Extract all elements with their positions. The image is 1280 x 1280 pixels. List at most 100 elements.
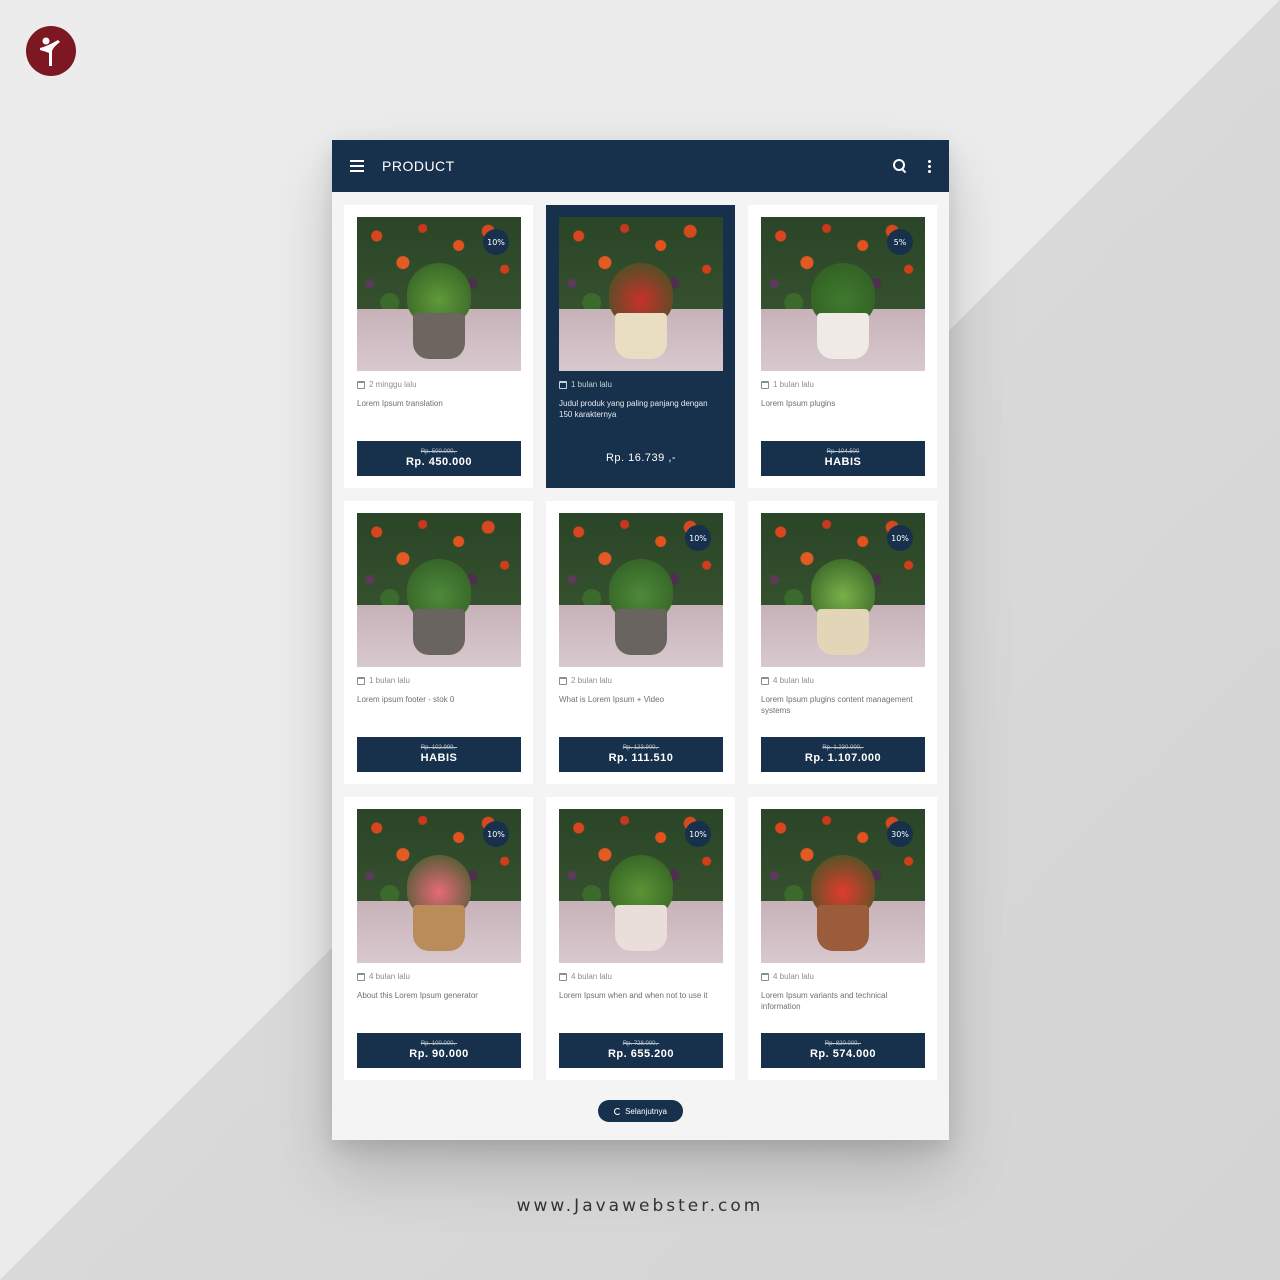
product-card[interactable]: 30% 4 bulan lalu Lorem Ipsum variants an… <box>748 797 937 1080</box>
app-window: PRODUCT 10% 2 minggu lalu Lorem Ipsum tr… <box>332 140 949 1140</box>
discount-badge: 30% <box>887 821 913 847</box>
product-card[interactable]: 1 bulan lalu Lorem ipsum footer - stok 0… <box>344 501 533 784</box>
plant-pot <box>413 905 465 951</box>
product-image[interactable]: 10% <box>357 217 521 371</box>
price-button[interactable]: Rp. 728.000,- Rp. 655.200 <box>559 1033 723 1068</box>
current-price: Rp. 111.510 <box>608 751 674 764</box>
discount-badge: 10% <box>685 821 711 847</box>
brand-logo <box>26 26 76 76</box>
discount-badge: 10% <box>685 525 711 551</box>
product-name[interactable]: Lorem Ipsum plugins content management s… <box>761 694 925 718</box>
refresh-icon <box>614 1107 622 1115</box>
old-price: Rp. 728.000,- <box>622 1040 660 1047</box>
old-price: Rp. 500.000,- <box>420 448 458 455</box>
product-name[interactable]: Lorem Ipsum translation <box>357 398 521 422</box>
load-more-label: Selanjutnya <box>625 1106 667 1116</box>
current-price: HABIS <box>824 455 862 468</box>
product-name[interactable]: Judul produk yang paling panjang dengan … <box>559 398 723 422</box>
product-name[interactable]: Lorem Ipsum plugins <box>761 398 925 422</box>
product-image[interactable] <box>357 513 521 667</box>
post-date-label: 4 bulan lalu <box>369 972 410 981</box>
price-button[interactable]: Rp. 820.000,- Rp. 574.000 <box>761 1033 925 1068</box>
website-url: www.Javawebster.com <box>516 1196 764 1216</box>
post-date-label: 4 bulan lalu <box>773 972 814 981</box>
old-price: Rp. 104.500 <box>826 448 860 455</box>
price-button[interactable]: Rp. 104.500 HABIS <box>761 441 925 476</box>
discount-badge: 10% <box>483 821 509 847</box>
product-name[interactable]: What is Lorem Ipsum + Video <box>559 694 723 718</box>
product-card[interactable]: 5% 1 bulan lalu Lorem Ipsum plugins Rp. … <box>748 205 937 488</box>
product-card[interactable]: 10% 2 bulan lalu What is Lorem Ipsum + V… <box>546 501 735 784</box>
product-name[interactable]: About this Lorem Ipsum generator <box>357 990 521 1014</box>
product-card[interactable]: 1 bulan lalu Judul produk yang paling pa… <box>546 205 735 488</box>
page-title: PRODUCT <box>382 158 455 174</box>
old-price: Rp. 100.000,- <box>420 1040 458 1047</box>
old-price: Rp. 102.999,- <box>420 744 458 751</box>
post-date-label: 2 minggu lalu <box>369 380 417 389</box>
post-date-label: 4 bulan lalu <box>773 676 814 685</box>
post-date: 1 bulan lalu <box>761 380 925 389</box>
current-price: Rp. 1.107.000 <box>804 751 882 764</box>
product-image[interactable]: 30% <box>761 809 925 963</box>
post-date: 1 bulan lalu <box>357 676 521 685</box>
current-price: Rp. 655.200 <box>607 1047 675 1060</box>
plant-pot <box>615 609 667 655</box>
plant-pot <box>413 609 465 655</box>
product-card[interactable]: 10% 4 bulan lalu About this Lorem Ipsum … <box>344 797 533 1080</box>
price-button[interactable]: Rp. 1.230.000,- Rp. 1.107.000 <box>761 737 925 772</box>
post-date: 2 minggu lalu <box>357 380 521 389</box>
product-name[interactable]: Lorem Ipsum when and when not to use it <box>559 990 723 1014</box>
product-card[interactable]: 10% 4 bulan lalu Lorem Ipsum plugins con… <box>748 501 937 784</box>
discount-badge: 10% <box>483 229 509 255</box>
calendar-icon <box>559 972 567 981</box>
product-card[interactable]: 10% 4 bulan lalu Lorem Ipsum when and wh… <box>546 797 735 1080</box>
product-image[interactable]: 5% <box>761 217 925 371</box>
post-date: 4 bulan lalu <box>559 972 723 981</box>
dancer-icon <box>40 37 60 66</box>
post-date-label: 2 bulan lalu <box>571 676 612 685</box>
plant-pot <box>817 609 869 655</box>
product-card[interactable]: 10% 2 minggu lalu Lorem Ipsum translatio… <box>344 205 533 488</box>
current-price: Rp. 16.739 ,- <box>605 452 677 464</box>
calendar-icon <box>761 972 769 981</box>
more-options-icon[interactable] <box>928 159 931 173</box>
product-name[interactable]: Lorem Ipsum variants and technical infor… <box>761 990 925 1014</box>
old-price: Rp. 1.230.000,- <box>822 744 864 751</box>
plant-pot <box>615 313 667 359</box>
plant-pot <box>817 905 869 951</box>
price-button[interactable]: Rp. 16.739 ,- <box>559 441 723 476</box>
search-icon[interactable] <box>892 158 908 174</box>
product-image[interactable]: 10% <box>761 513 925 667</box>
post-date-label: 4 bulan lalu <box>571 972 612 981</box>
product-image[interactable]: 10% <box>559 513 723 667</box>
current-price: HABIS <box>420 751 458 764</box>
product-image[interactable] <box>559 217 723 371</box>
discount-badge: 10% <box>887 525 913 551</box>
price-button[interactable]: Rp. 100.000,- Rp. 90.000 <box>357 1033 521 1068</box>
post-date: 4 bulan lalu <box>761 972 925 981</box>
price-button[interactable]: Rp. 500.000,- Rp. 450.000 <box>357 441 521 476</box>
product-image[interactable]: 10% <box>357 809 521 963</box>
product-grid: 10% 2 minggu lalu Lorem Ipsum translatio… <box>332 192 949 1080</box>
calendar-icon <box>559 380 567 389</box>
app-bar: PRODUCT <box>332 140 949 192</box>
calendar-icon <box>357 676 365 685</box>
plant-pot <box>413 313 465 359</box>
plant-pot <box>615 905 667 951</box>
discount-badge: 5% <box>887 229 913 255</box>
price-button[interactable]: Rp. 123.900,- Rp. 111.510 <box>559 737 723 772</box>
current-price: Rp. 450.000 <box>405 455 473 468</box>
price-button[interactable]: Rp. 102.999,- HABIS <box>357 737 521 772</box>
pagination: Selanjutnya <box>332 1100 949 1122</box>
product-name[interactable]: Lorem ipsum footer - stok 0 <box>357 694 521 718</box>
current-price: Rp. 90.000 <box>409 1047 469 1060</box>
load-more-button[interactable]: Selanjutnya <box>598 1100 683 1122</box>
post-date-label: 1 bulan lalu <box>571 380 612 389</box>
post-date-label: 1 bulan lalu <box>773 380 814 389</box>
plant-pot <box>817 313 869 359</box>
hamburger-menu-icon[interactable] <box>350 159 364 173</box>
product-image[interactable]: 10% <box>559 809 723 963</box>
post-date: 1 bulan lalu <box>559 380 723 389</box>
current-price: Rp. 574.000 <box>809 1047 877 1060</box>
calendar-icon <box>761 380 769 389</box>
